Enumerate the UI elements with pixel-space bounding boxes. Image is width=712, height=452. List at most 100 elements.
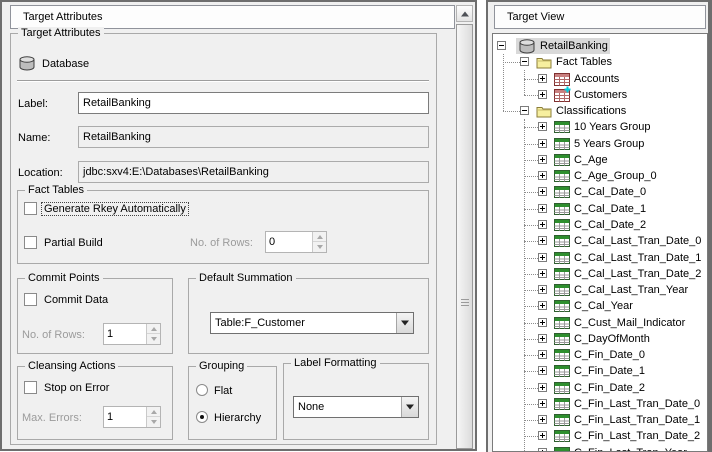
generate-rkey-checkbox[interactable]: [24, 202, 37, 215]
tree-item[interactable]: C_Cal_Year: [493, 298, 707, 314]
tree-expander-plus-icon[interactable]: [538, 415, 547, 424]
tree-item[interactable]: C_Fin_Date_0: [493, 347, 707, 363]
tree-node[interactable]: C_Fin_Last_Tran_Date_2: [552, 428, 702, 444]
tree-expander-plus-icon[interactable]: [538, 122, 547, 131]
partial-build-checkbox[interactable]: [24, 236, 37, 249]
tree-expander-plus-icon[interactable]: [538, 399, 547, 408]
tree-expander-plus-icon[interactable]: [538, 220, 547, 229]
tree-node[interactable]: C_DayOfMonth: [552, 331, 652, 347]
tree-node[interactable]: C_Cal_Last_Tran_Date_0: [552, 233, 703, 249]
tree-node[interactable]: C_Cal_Date_2: [552, 217, 648, 233]
label-formatting-dropdown[interactable]: None: [293, 396, 419, 418]
tree-expander-plus-icon[interactable]: [538, 301, 547, 310]
commit-data-checkbox[interactable]: [24, 293, 37, 306]
tree-item[interactable]: C_Cal_Last_Tran_Date_1: [493, 250, 707, 266]
tree-expander-plus-icon[interactable]: [538, 318, 547, 327]
tree-expander-plus-icon[interactable]: [538, 285, 547, 294]
tree-item[interactable]: C_Fin_Last_Tran_Date_0: [493, 396, 707, 412]
commit-data-checkbox-label[interactable]: Commit Data: [44, 294, 108, 306]
tree-node[interactable]: C_Cal_Date_0: [552, 184, 648, 200]
tree-item[interactable]: C_Fin_Last_Tran_Date_2: [493, 428, 707, 444]
scrollbar-thumb[interactable]: [456, 24, 473, 449]
tree-expander-plus-icon[interactable]: [538, 171, 547, 180]
tree-expander-minus-icon[interactable]: [497, 41, 506, 50]
scroll-up-button[interactable]: [456, 5, 473, 22]
classification-icon: [554, 138, 570, 150]
tree-item[interactable]: C_Cal_Date_0: [493, 184, 707, 200]
tree-item[interactable]: C_Age: [493, 152, 707, 168]
tree-node[interactable]: C_Fin_Date_1: [552, 363, 647, 379]
tree-node[interactable]: C_Cal_Last_Tran_Date_1: [552, 250, 703, 266]
tree-item[interactable]: C_Age_Group_0: [493, 168, 707, 184]
tree-node[interactable]: 5 Years Group: [552, 136, 646, 152]
tree-item[interactable]: Customers: [493, 87, 707, 103]
tree-node[interactable]: RetailBanking: [516, 38, 610, 54]
tree-node[interactable]: C_Fin_Last_Tran_Date_1: [552, 412, 702, 428]
tree-item[interactable]: C_Cal_Date_1: [493, 201, 707, 217]
tree-item[interactable]: Accounts: [493, 71, 707, 87]
tree-expander-plus-icon[interactable]: [538, 139, 547, 148]
tree-expander-plus-icon[interactable]: [538, 253, 547, 262]
grouping-flat-label[interactable]: Flat: [214, 385, 232, 397]
tree-item[interactable]: C_Cal_Last_Tran_Date_2: [493, 266, 707, 282]
tree-node[interactable]: C_Fin_Last_Tran_Year: [552, 445, 689, 452]
tree-node[interactable]: C_Cal_Year: [552, 298, 635, 314]
tree-expander-plus-icon[interactable]: [538, 334, 547, 343]
tree-expander-plus-icon[interactable]: [538, 448, 547, 452]
tree-node[interactable]: C_Cust_Mail_Indicator: [552, 315, 687, 331]
dropdown-button[interactable]: [401, 397, 418, 417]
tree-expander-plus-icon[interactable]: [538, 366, 547, 375]
tree-expander-plus-icon[interactable]: [538, 350, 547, 359]
tree-node[interactable]: C_Age: [552, 152, 610, 168]
tree-expander-plus-icon[interactable]: [538, 74, 547, 83]
tree-item[interactable]: Fact Tables: [493, 54, 707, 70]
tree-node[interactable]: C_Cal_Date_1: [552, 201, 648, 217]
tree-node[interactable]: 10 Years Group: [552, 119, 652, 135]
tree-expander-plus-icon[interactable]: [538, 236, 547, 245]
tree-connector-stub: [524, 241, 538, 242]
tree-expander-minus-icon[interactable]: [520, 57, 529, 66]
tree-item[interactable]: C_Cal_Last_Tran_Year: [493, 282, 707, 298]
tree-item[interactable]: C_DayOfMonth: [493, 331, 707, 347]
tree-item[interactable]: C_Cal_Last_Tran_Date_0: [493, 233, 707, 249]
tree-item[interactable]: C_Fin_Date_2: [493, 380, 707, 396]
tree-node[interactable]: C_Fin_Date_0: [552, 347, 647, 363]
default-summation-dropdown[interactable]: Table:F_Customer: [210, 312, 414, 334]
vertical-scrollbar[interactable]: [456, 3, 473, 449]
tree-node[interactable]: Fact Tables: [534, 54, 614, 70]
tree-node[interactable]: C_Fin_Last_Tran_Date_0: [552, 396, 702, 412]
dropdown-button[interactable]: [396, 313, 413, 333]
tree-node[interactable]: C_Fin_Date_2: [552, 380, 647, 396]
tree-expander-plus-icon[interactable]: [538, 204, 547, 213]
grouping-hierarchy-label[interactable]: Hierarchy: [214, 412, 261, 424]
tree-item[interactable]: C_Fin_Date_1: [493, 363, 707, 379]
tree-item[interactable]: C_Fin_Last_Tran_Date_1: [493, 412, 707, 428]
tree-expander-plus-icon[interactable]: [538, 155, 547, 164]
tree-item[interactable]: C_Cal_Date_2: [493, 217, 707, 233]
label-input[interactable]: RetailBanking: [78, 92, 429, 114]
tree-node[interactable]: C_Cal_Last_Tran_Date_2: [552, 266, 703, 282]
tree-item[interactable]: C_Fin_Last_Tran_Year: [493, 445, 707, 452]
tree-node[interactable]: Accounts: [552, 71, 621, 87]
generate-rkey-checkbox-label[interactable]: Generate Rkey Automatically: [42, 203, 188, 215]
tree-expander-plus-icon[interactable]: [538, 269, 547, 278]
tree-expander-plus-icon[interactable]: [538, 431, 547, 440]
tree-node[interactable]: Customers: [552, 87, 629, 103]
tree-expander-minus-icon[interactable]: [520, 106, 529, 115]
tree-expander-plus-icon[interactable]: [538, 90, 547, 99]
tree-item[interactable]: RetailBanking: [493, 38, 707, 54]
tree-node[interactable]: C_Cal_Last_Tran_Year: [552, 282, 690, 298]
partial-build-checkbox-label[interactable]: Partial Build: [44, 237, 103, 249]
tree-item[interactable]: 5 Years Group: [493, 136, 707, 152]
grouping-flat-radio[interactable]: [196, 384, 208, 396]
tree-item[interactable]: C_Cust_Mail_Indicator: [493, 315, 707, 331]
grouping-hierarchy-radio[interactable]: [196, 411, 208, 423]
tree-expander-plus-icon[interactable]: [538, 187, 547, 196]
tree-node[interactable]: Classifications: [534, 103, 628, 119]
tree-expander-plus-icon[interactable]: [538, 383, 547, 392]
stop-on-error-checkbox-label[interactable]: Stop on Error: [44, 382, 109, 394]
tree-node[interactable]: C_Age_Group_0: [552, 168, 659, 184]
stop-on-error-checkbox[interactable]: [24, 381, 37, 394]
tree-item[interactable]: 10 Years Group: [493, 119, 707, 135]
tree-item[interactable]: Classifications: [493, 103, 707, 119]
